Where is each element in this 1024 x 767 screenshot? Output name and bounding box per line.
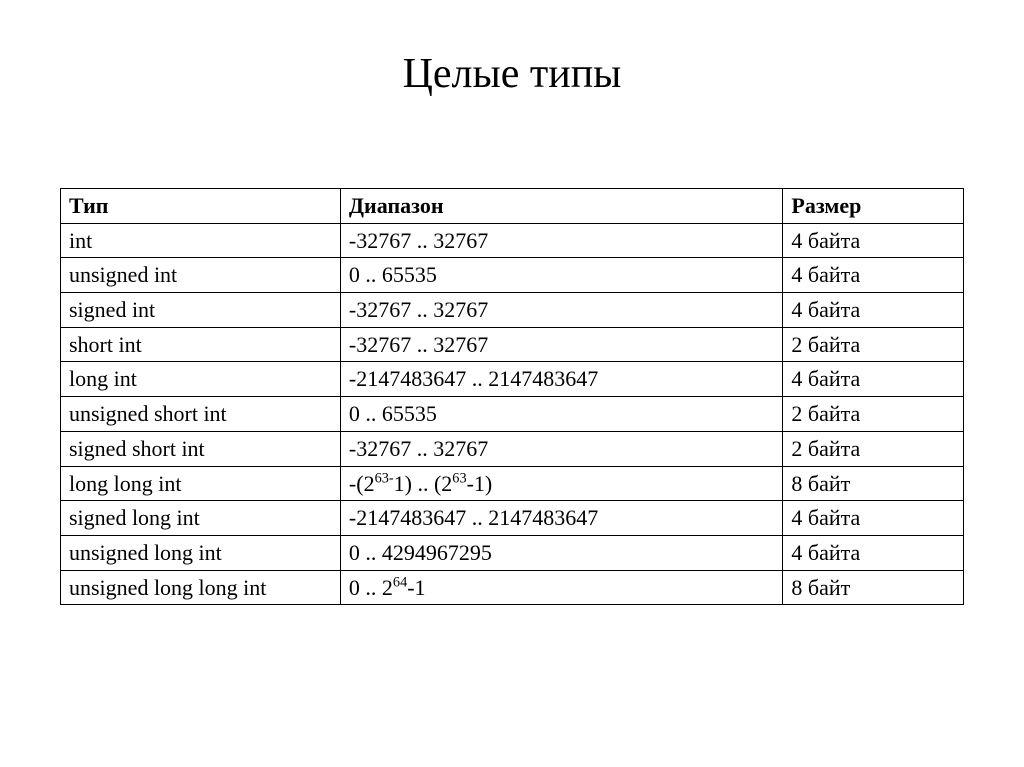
cell-type: unsigned long long int xyxy=(61,570,341,605)
cell-size: 4 байта xyxy=(783,223,964,258)
cell-type: unsigned long int xyxy=(61,535,341,570)
header-range: Диапазон xyxy=(340,189,782,224)
cell-type: long long int xyxy=(61,466,341,501)
cell-type: short int xyxy=(61,327,341,362)
table-row: signed long int-2147483647 .. 2147483647… xyxy=(61,501,964,536)
cell-type: long int xyxy=(61,362,341,397)
cell-size: 2 байта xyxy=(783,397,964,432)
cell-size: 8 байт xyxy=(783,570,964,605)
table-body: int-32767 .. 327674 байтаunsigned int0 .… xyxy=(61,223,964,605)
cell-type: int xyxy=(61,223,341,258)
cell-range: -32767 .. 32767 xyxy=(340,327,782,362)
cell-size: 4 байта xyxy=(783,293,964,328)
cell-range: -32767 .. 32767 xyxy=(340,293,782,328)
table-row: signed short int-32767 .. 327672 байта xyxy=(61,431,964,466)
table-row: unsigned long long int0 .. 264-18 байт xyxy=(61,570,964,605)
table-row: unsigned int0 .. 655354 байта xyxy=(61,258,964,293)
cell-size: 4 байта xyxy=(783,535,964,570)
cell-range: -32767 .. 32767 xyxy=(340,431,782,466)
header-type: Тип xyxy=(61,189,341,224)
cell-type: signed int xyxy=(61,293,341,328)
cell-range: 0 .. 4294967295 xyxy=(340,535,782,570)
cell-size: 4 байта xyxy=(783,501,964,536)
cell-range: 0 .. 65535 xyxy=(340,258,782,293)
cell-range: -2147483647 .. 2147483647 xyxy=(340,362,782,397)
table-row: unsigned long int0 .. 42949672954 байта xyxy=(61,535,964,570)
header-size: Размер xyxy=(783,189,964,224)
page-title: Целые типы xyxy=(60,50,964,98)
table-row: long long int-(263-1) .. (263-1)8 байт xyxy=(61,466,964,501)
table-row: signed int-32767 .. 327674 байта xyxy=(61,293,964,328)
cell-size: 2 байта xyxy=(783,431,964,466)
cell-size: 4 байта xyxy=(783,258,964,293)
cell-range: 0 .. 264-1 xyxy=(340,570,782,605)
cell-type: signed long int xyxy=(61,501,341,536)
cell-size: 2 байта xyxy=(783,327,964,362)
cell-type: unsigned int xyxy=(61,258,341,293)
cell-range: 0 .. 65535 xyxy=(340,397,782,432)
table-row: unsigned short int0 .. 655352 байта xyxy=(61,397,964,432)
cell-type: signed short int xyxy=(61,431,341,466)
cell-size: 8 байт xyxy=(783,466,964,501)
cell-type: unsigned short int xyxy=(61,397,341,432)
table-row: long int-2147483647 .. 21474836474 байта xyxy=(61,362,964,397)
cell-range: -2147483647 .. 2147483647 xyxy=(340,501,782,536)
integer-types-table: Тип Диапазон Размер int-32767 .. 327674 … xyxy=(60,188,964,605)
cell-size: 4 байта xyxy=(783,362,964,397)
table-row: int-32767 .. 327674 байта xyxy=(61,223,964,258)
cell-range: -(263-1) .. (263-1) xyxy=(340,466,782,501)
table-row: short int-32767 .. 327672 байта xyxy=(61,327,964,362)
table-header-row: Тип Диапазон Размер xyxy=(61,189,964,224)
cell-range: -32767 .. 32767 xyxy=(340,223,782,258)
